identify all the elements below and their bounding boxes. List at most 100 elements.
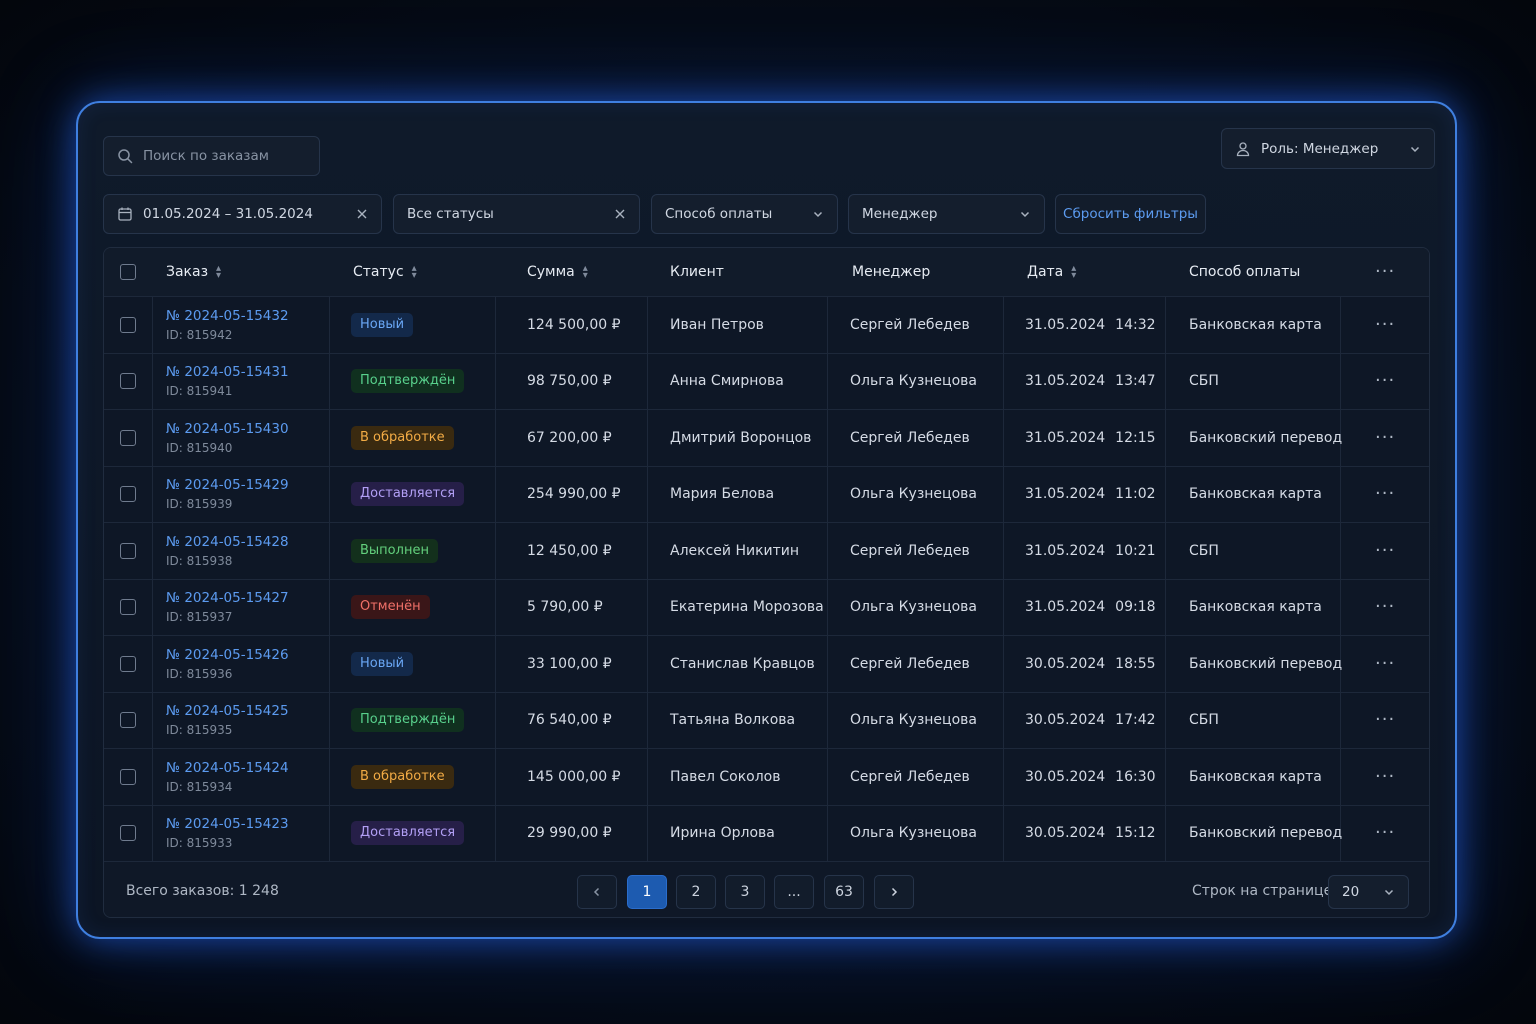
date-value: 30.05.2024: [1025, 825, 1106, 842]
order-id: ID: 815940: [166, 440, 233, 455]
status-filter-value: Все статусы: [407, 206, 494, 222]
payment-filter[interactable]: Способ оплаты: [651, 194, 838, 234]
order-number-link[interactable]: № 2024-05-15431: [166, 364, 289, 380]
client-cell: Дмитрий Воронцов: [670, 429, 812, 446]
order-cell: № 2024-05-15431 ID: 815941: [166, 354, 289, 410]
order-number-link[interactable]: № 2024-05-15430: [166, 421, 289, 437]
row-actions-icon[interactable]: ···: [1375, 693, 1395, 749]
page-button-2[interactable]: 2: [676, 875, 716, 909]
table-row[interactable]: № 2024-05-15429 ID: 815939 Доставляется 254…: [104, 467, 1429, 523]
time-value: 11:02: [1115, 486, 1156, 503]
next-page-button[interactable]: [874, 875, 914, 909]
search-input[interactable]: Поиск по заказам: [103, 136, 320, 176]
payment-cell: Банковский перевод: [1189, 655, 1343, 672]
order-number-link[interactable]: № 2024-05-15424: [166, 760, 289, 776]
clear-status-icon[interactable]: [614, 208, 626, 220]
status-filter[interactable]: Все статусы: [393, 194, 640, 234]
column-header-date[interactable]: Дата ▴ ▾: [1027, 248, 1076, 296]
client-cell: Ирина Орлова: [670, 825, 775, 842]
date-range-value: 01.05.2024 – 31.05.2024: [143, 206, 313, 222]
order-number-link[interactable]: № 2024-05-15432: [166, 308, 289, 324]
row-checkbox[interactable]: [120, 580, 136, 636]
row-actions-icon[interactable]: ···: [1375, 806, 1395, 862]
table-row[interactable]: № 2024-05-15430 ID: 815940 В обработке 67 2…: [104, 410, 1429, 467]
order-id: ID: 815935: [166, 723, 233, 738]
date-value: 31.05.2024: [1025, 373, 1106, 390]
role-select-label: Роль: Менеджер: [1261, 140, 1379, 157]
role-select[interactable]: Роль: Менеджер: [1221, 128, 1435, 169]
order-id: ID: 815937: [166, 610, 233, 625]
payment-cell: Банковская карта: [1189, 486, 1322, 503]
column-header-status[interactable]: Статус ▴ ▾: [353, 248, 417, 296]
order-number-link[interactable]: № 2024-05-15423: [166, 816, 289, 832]
payment-cell: Банковский перевод: [1189, 825, 1343, 842]
row-actions-icon[interactable]: ···: [1375, 467, 1395, 523]
reset-filters-button[interactable]: Сбросить фильтры: [1055, 194, 1206, 234]
row-checkbox[interactable]: [120, 693, 136, 749]
table-row[interactable]: № 2024-05-15425 ID: 815935 Подтверждён 76 5…: [104, 693, 1429, 749]
row-checkbox[interactable]: [120, 806, 136, 862]
payment-cell: СБП: [1189, 542, 1219, 559]
row-checkbox[interactable]: [120, 297, 136, 353]
order-number-link[interactable]: № 2024-05-15427: [166, 590, 289, 606]
time-value: 12:15: [1115, 429, 1156, 446]
table-row[interactable]: № 2024-05-15427 ID: 815937 Отменён 5 790,00…: [104, 580, 1429, 636]
time-value: 16:30: [1115, 768, 1156, 785]
prev-page-button[interactable]: [577, 875, 617, 909]
row-checkbox[interactable]: [120, 467, 136, 523]
column-header-amount[interactable]: Сумма ▴ ▾: [527, 248, 588, 296]
page-ellipsis: ...: [774, 875, 814, 909]
table-row[interactable]: № 2024-05-15424 ID: 815934 В обработке 145 …: [104, 749, 1429, 806]
date-cell: 30.05.2024 17:42: [1025, 693, 1156, 749]
row-checkbox[interactable]: [120, 354, 136, 410]
rows-per-page-select[interactable]: 20: [1328, 875, 1409, 909]
amount-cell: 76 540,00 ₽: [527, 712, 612, 729]
row-actions-icon[interactable]: ···: [1375, 410, 1395, 466]
order-number-link[interactable]: № 2024-05-15426: [166, 647, 289, 663]
date-value: 31.05.2024: [1025, 542, 1106, 559]
table-row[interactable]: № 2024-05-15428 ID: 815938 Выполнен 12 450,…: [104, 523, 1429, 580]
status-badge: Отменён: [351, 595, 430, 620]
table-row[interactable]: № 2024-05-15432 ID: 815942 Новый 124 500,00…: [104, 297, 1429, 354]
payment-cell: Банковская карта: [1189, 599, 1322, 616]
row-checkbox[interactable]: [120, 636, 136, 692]
row-actions-icon[interactable]: ···: [1375, 636, 1395, 692]
table-header: Заказ ▴ ▾ Статус ▴ ▾ Сумма ▴ ▾ Клиент Менед…: [104, 248, 1429, 297]
row-actions-icon[interactable]: ···: [1375, 580, 1395, 636]
columns-menu-icon[interactable]: ···: [1375, 248, 1395, 296]
table-row[interactable]: № 2024-05-15431 ID: 815941 Подтверждён 98 7…: [104, 354, 1429, 410]
payment-cell: СБП: [1189, 712, 1219, 729]
row-checkbox[interactable]: [120, 410, 136, 466]
row-actions-icon[interactable]: ···: [1375, 523, 1395, 579]
row-actions-icon[interactable]: ···: [1375, 354, 1395, 410]
row-actions-icon[interactable]: ···: [1375, 297, 1395, 353]
sort-icon: ▴ ▾: [411, 263, 417, 281]
date-range-filter[interactable]: 01.05.2024 – 31.05.2024: [103, 194, 382, 234]
page-button-1[interactable]: 1: [627, 875, 667, 909]
amount-cell: 29 990,00 ₽: [527, 825, 612, 842]
order-number-link[interactable]: № 2024-05-15429: [166, 477, 289, 493]
row-actions-icon[interactable]: ···: [1375, 749, 1395, 805]
row-checkbox[interactable]: [120, 749, 136, 805]
row-checkbox[interactable]: [120, 523, 136, 579]
date-cell: 30.05.2024 16:30: [1025, 749, 1156, 805]
column-header-status-label: Статус: [353, 264, 404, 280]
column-header-order[interactable]: Заказ ▴ ▾: [166, 248, 221, 296]
table-row[interactable]: № 2024-05-15426 ID: 815936 Новый 33 100,00 …: [104, 636, 1429, 693]
order-number-link[interactable]: № 2024-05-15425: [166, 703, 289, 719]
page-button-3[interactable]: 3: [725, 875, 765, 909]
order-id: ID: 815941: [166, 384, 233, 399]
time-value: 18:55: [1115, 655, 1156, 672]
table-row[interactable]: № 2024-05-15423 ID: 815933 Доставляется 29 …: [104, 806, 1429, 862]
payment-cell: Банковский перевод: [1189, 429, 1343, 446]
order-number-link[interactable]: № 2024-05-15428: [166, 534, 289, 550]
select-all-checkbox[interactable]: [120, 248, 136, 296]
amount-cell: 33 100,00 ₽: [527, 655, 612, 672]
status-badge: Доставляется: [351, 821, 465, 846]
clear-date-icon[interactable]: [356, 208, 368, 220]
manager-filter[interactable]: Менеджер: [848, 194, 1045, 234]
order-cell: № 2024-05-15425 ID: 815935: [166, 693, 289, 749]
time-value: 09:18: [1115, 599, 1156, 616]
rows-per-page-value: 20: [1342, 884, 1360, 900]
page-button-63[interactable]: 63: [824, 875, 864, 909]
